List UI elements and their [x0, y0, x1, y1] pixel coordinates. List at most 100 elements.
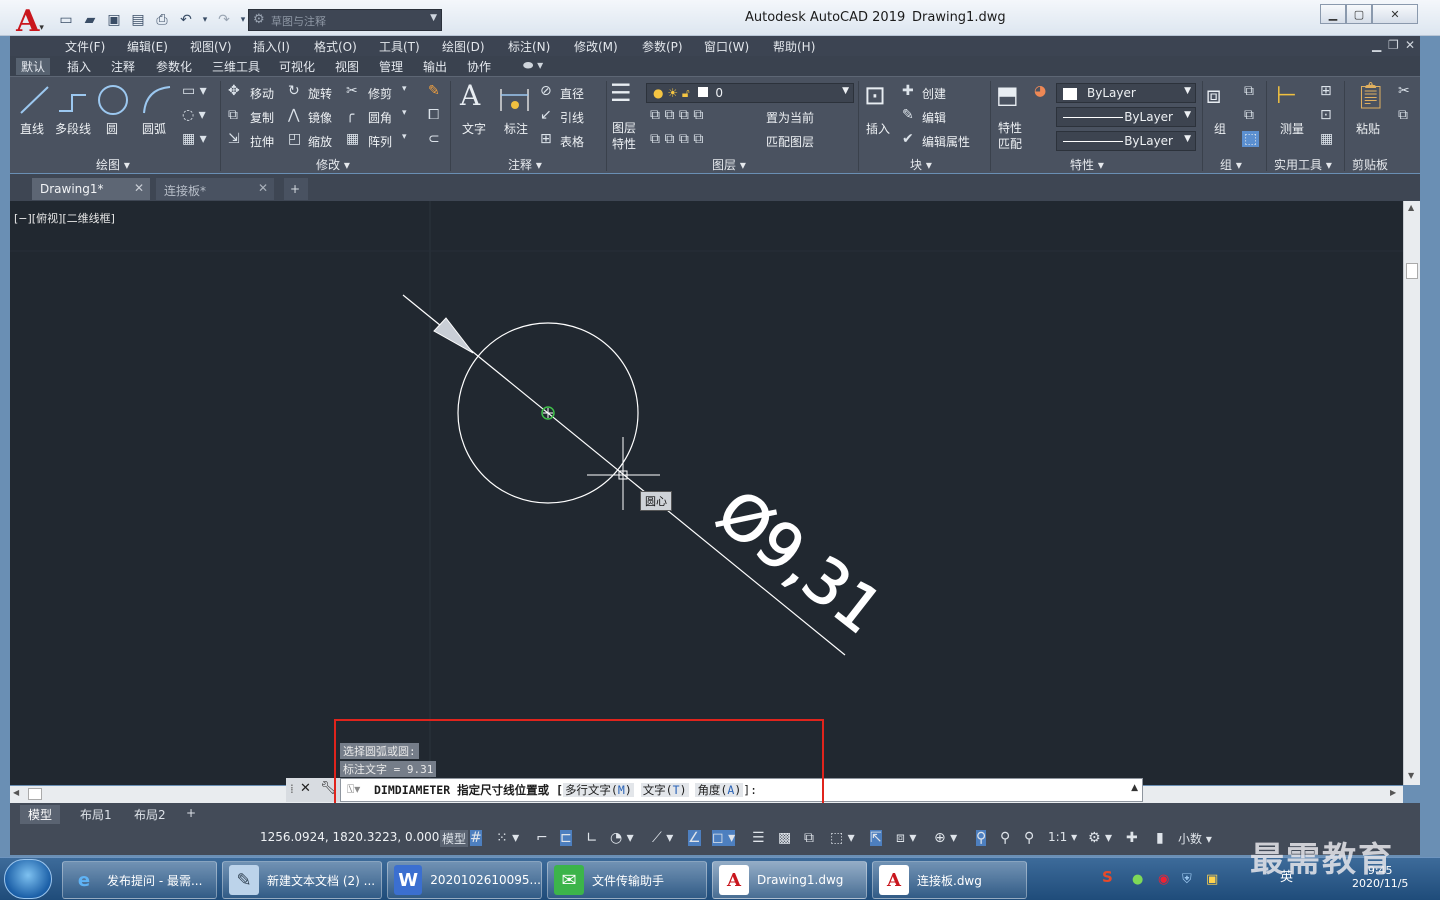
linetype-dropdown[interactable]: ByLayer ▼ — [1056, 107, 1196, 127]
block-panel-title[interactable]: 块 ▾ — [910, 156, 932, 173]
draw-panel-title[interactable]: 绘图 ▾ — [96, 156, 130, 173]
diameter-icon[interactable]: ⊘ — [540, 83, 552, 99]
ribbon-options-icon[interactable]: ⬬ ▾ — [518, 58, 548, 75]
diameter-button[interactable]: 直径 — [560, 85, 584, 102]
units-dropdown[interactable]: 小数 ▾ — [1178, 830, 1212, 847]
array-dropdown-icon[interactable]: ▾ — [402, 132, 407, 142]
properties-panel-title[interactable]: 特性 ▾ — [1070, 156, 1104, 173]
move-icon[interactable]: ✥ — [228, 83, 240, 99]
redo-icon[interactable]: ↷ — [214, 10, 234, 30]
groups-panel-title[interactable]: 组 ▾ — [1220, 156, 1242, 173]
close-icon[interactable]: ✕ — [258, 181, 268, 195]
annotation-monitor-icon[interactable]: ⚲ — [1000, 830, 1010, 846]
menu-dimension[interactable]: 标注(N) — [508, 38, 550, 55]
tray-network-icon[interactable]: ▣ — [1206, 872, 1218, 887]
isometric-icon[interactable]: ⟋ ▾ — [652, 830, 673, 846]
doc-minimize-icon[interactable]: ▁ — [1372, 38, 1381, 52]
save-as-icon[interactable]: ▤ — [128, 10, 148, 30]
hatch-icon[interactable]: ◌ ▾ — [182, 107, 206, 123]
autoscale-icon[interactable]: ⧈ ▾ — [896, 830, 916, 846]
menu-parametric[interactable]: 参数(P) — [642, 38, 683, 55]
ortho-icon[interactable]: ∟ — [586, 830, 598, 846]
tab-annotate[interactable]: 注释 — [106, 58, 140, 75]
scale-icon[interactable]: ◰ — [288, 131, 301, 147]
taskbar-item-connection-plate[interactable]: A 连接板.dwg — [872, 861, 1027, 899]
close-icon[interactable]: ✕ — [134, 181, 144, 195]
mirror-button[interactable]: 镜像 — [308, 109, 332, 126]
leader-button[interactable]: 引线 — [560, 109, 584, 126]
rotate-icon[interactable]: ↻ — [288, 83, 300, 99]
transparency-icon[interactable]: ▩ — [778, 830, 791, 846]
trim-dropdown-icon[interactable]: ▾ — [402, 84, 407, 94]
infer-constraints-icon[interactable]: ⌐ — [536, 830, 548, 846]
tab-collaborate[interactable]: 协作 — [462, 58, 496, 75]
tab-layout2[interactable]: 布局2 — [126, 805, 174, 824]
match-layer-button[interactable]: 匹配图层 — [766, 133, 814, 150]
scroll-down-icon[interactable]: ▼ — [1408, 771, 1414, 780]
doc-close-icon[interactable]: ✕ — [1405, 38, 1415, 52]
tab-view[interactable]: 视图 — [330, 58, 364, 75]
sogou-icon[interactable]: S — [1102, 868, 1113, 886]
fillet-button[interactable]: 圆角 — [368, 109, 392, 126]
mirror-icon[interactable]: ⋀ — [288, 107, 299, 123]
model-space-button[interactable]: 模型 — [440, 830, 469, 847]
measure-button[interactable]: 测量 — [1280, 120, 1304, 137]
line-label[interactable]: 直线 — [20, 120, 44, 137]
minimize-button[interactable]: ▁ — [1320, 4, 1346, 24]
cut-icon[interactable]: ✂ — [1398, 83, 1410, 99]
snap-icon[interactable]: ⁙ ▾ — [496, 830, 519, 846]
annotation-panel-title[interactable]: 注释 ▾ — [508, 156, 542, 173]
object-snap-icon[interactable]: ◻ ▾ — [712, 830, 736, 846]
add-layout-button[interactable]: + — [178, 805, 204, 821]
text-button[interactable]: 文字 — [462, 120, 486, 137]
offset-icon[interactable]: ⊂ — [428, 131, 440, 147]
menu-view[interactable]: 视图(V) — [190, 38, 232, 55]
tab-model[interactable]: 模型 — [20, 805, 61, 824]
plus-icon[interactable]: ✚ — [1126, 830, 1138, 846]
units-icon[interactable]: ▮ — [1156, 830, 1164, 846]
doc-tab-connection-plate[interactable]: 连接板* ✕ — [156, 178, 274, 200]
maximize-button[interactable]: ▢ — [1346, 4, 1372, 24]
color-wheel-icon[interactable]: ◕ — [1034, 83, 1046, 99]
measure-icon[interactable]: ⊢ — [1276, 81, 1297, 109]
new-tab-button[interactable]: + — [284, 178, 308, 200]
match-properties-button[interactable]: 特性匹配 — [998, 120, 1026, 152]
edit-attribute-button[interactable]: 编辑属性 — [922, 133, 970, 150]
scroll-up-icon[interactable]: ▲ — [1408, 203, 1414, 212]
rectangle-icon[interactable]: ▭ ▾ — [182, 83, 207, 99]
layer-properties-icon[interactable]: ☰ — [610, 79, 632, 107]
taskbar-item-wechat[interactable]: ✉ 文件传输助手 — [547, 861, 707, 899]
tab-visualize[interactable]: 可视化 — [274, 58, 320, 75]
settings-gear-icon[interactable]: ⚙ ▾ — [1088, 830, 1112, 846]
tab-layout1[interactable]: 布局1 — [72, 805, 120, 824]
copy-button[interactable]: 复制 — [250, 109, 274, 126]
taskbar-item-browser[interactable]: e 发布提问 - 最需... — [62, 861, 217, 899]
scroll-right-icon[interactable]: ▶ — [1390, 788, 1396, 797]
tab-parametric[interactable]: 参数化 — [151, 58, 197, 75]
id-point-icon[interactable]: ⊡ — [1320, 107, 1332, 123]
scale-dropdown[interactable]: 1:1 ▾ — [1048, 830, 1077, 844]
new-file-icon[interactable]: ▭ — [56, 10, 76, 30]
vertical-scrollbar[interactable]: ▲ ▼ — [1403, 201, 1420, 785]
menu-insert[interactable]: 插入(I) — [253, 38, 290, 55]
doc-restore-icon[interactable]: ❐ — [1388, 38, 1399, 52]
menu-tools[interactable]: 工具(T) — [379, 38, 420, 55]
fillet-dropdown-icon[interactable]: ▾ — [402, 108, 407, 118]
arc-label[interactable]: 圆弧 — [142, 120, 166, 137]
layers-panel-title[interactable]: 图层 ▾ — [712, 156, 746, 173]
insert-block-icon[interactable]: ⊡ — [864, 81, 886, 111]
tray-wechat-icon[interactable]: ● — [1132, 872, 1143, 887]
tab-manage[interactable]: 管理 — [374, 58, 408, 75]
array-icon[interactable]: ▦ — [346, 131, 359, 147]
create-block-icon[interactable]: ✚ — [902, 83, 914, 99]
edit-block-icon[interactable]: ✎ — [902, 107, 914, 123]
grid-icon[interactable]: # — [470, 830, 482, 846]
taskbar-item-wps[interactable]: W 2020102610095... — [387, 861, 542, 899]
drawing-canvas[interactable]: [−][俯视][二维线框] Ø9,31 圆心 — [10, 201, 1403, 785]
tray-shield-icon[interactable]: ⛨ — [1182, 872, 1192, 887]
tab-insert[interactable]: 插入 — [62, 58, 96, 75]
copy-clip-icon[interactable]: ⧉ — [1398, 107, 1408, 123]
tab-default[interactable]: 默认 — [16, 58, 51, 75]
object-snap-tracking-icon[interactable]: ∠ — [688, 830, 701, 846]
arc-icon[interactable] — [140, 83, 174, 117]
